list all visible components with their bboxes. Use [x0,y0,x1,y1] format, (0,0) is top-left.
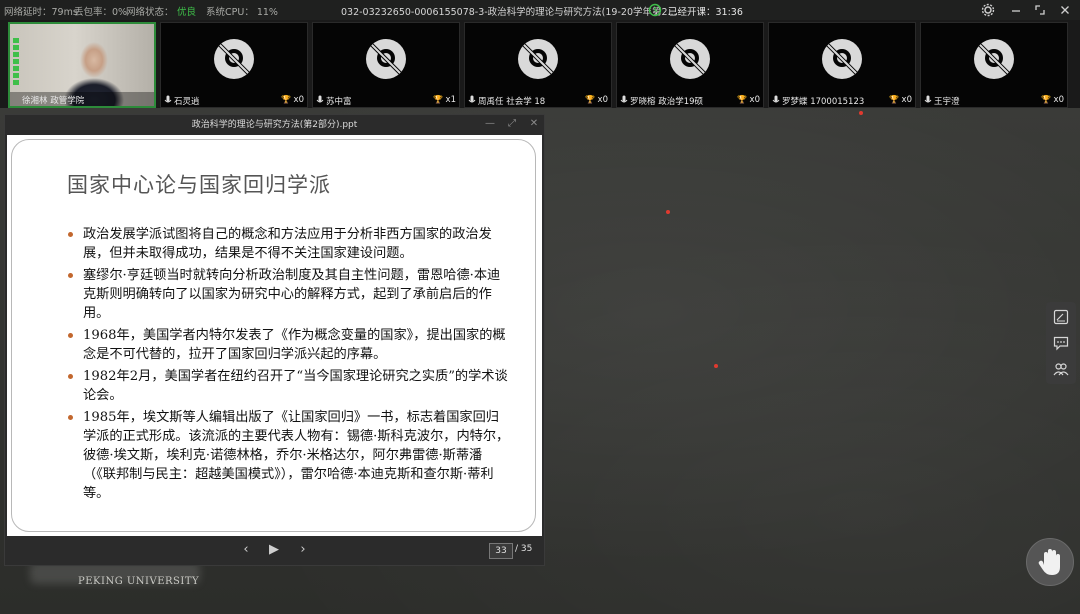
chevron-left-icon[interactable]: ‹ [237,542,255,558]
award-count: x1 [445,95,456,105]
award-count: x0 [901,95,912,105]
participant-name: 罗梦蝶 1700015123 [782,97,865,107]
chat-icon[interactable] [1052,334,1070,352]
mic-icon [316,95,324,103]
camera-off-icon [670,39,710,79]
camera-off-icon [822,39,862,79]
participant-tile[interactable]: 罗晓榕 政治学19硕 🏆 x0 [616,22,764,108]
tile-footer: 徐湘林 政管学院 [10,92,154,106]
laser-dot [714,364,718,368]
award-count: x0 [293,95,304,105]
participant-tile[interactable]: 苏中富 🏆 x1 [312,22,460,108]
slide-bullet: 1968年，美国学者内特尔发表了《作为概念变量的国家》，提出国家的概念是不可代替… [67,326,511,364]
award-count: x0 [597,95,608,105]
maximize-icon[interactable] [1033,3,1047,17]
cpu-text: 系统CPU： 11% [206,7,278,18]
camera-off-icon [974,39,1014,79]
slide-navigation-bar: ‹ ▶ › 33 / 35 [5,536,544,565]
network-state-label: 网络状态： [126,7,174,18]
participant-name: 王宇澄 [934,97,960,107]
window-title: 032-03232650-0006155078-3-政治科学的理论与研究方法(1… [341,7,677,18]
trophy-icon: 🏆 [737,95,747,104]
close-icon[interactable] [1058,3,1072,17]
close-icon[interactable]: ✕ [527,118,541,129]
participant-tile-teacher[interactable]: 徐湘林 政管学院 [8,22,156,108]
participant-tile[interactable]: 罗梦蝶 1700015123 🏆 x0 [768,22,916,108]
participant-tile[interactable]: 周禹任 社会学 18 🏆 x0 [464,22,612,108]
mic-icon [620,95,628,103]
laser-dot [859,111,863,115]
elapsed-time: 已经开课：31:36 [668,7,743,18]
status-bar: 网络延时：79ms 丢包率：0% 网络状态： 优良 系统CPU： 11% 032… [0,0,1080,20]
laser-dot [666,210,670,214]
slide-bullet-list: 政治发展学派试图将自己的概念和方法应用于分析非西方国家的政治发展，但并未取得成功… [67,225,511,506]
slide-title: 国家中心论与国家回归学派 [67,173,331,197]
trophy-icon: 🏆 [1041,95,1051,104]
slide-bullet: 1985年，埃文斯等人编辑出版了《让国家回归》一书，标志着国家回归学派的正式形成… [67,408,511,503]
trophy-icon: 🏆 [889,95,899,104]
minimize-icon[interactable]: — [483,118,497,129]
camera-off-icon [366,39,406,79]
document-edit-icon[interactable] [1052,308,1070,326]
mic-icon [772,95,780,103]
participant-tile[interactable]: 王宇澄 🏆 x0 [920,22,1068,108]
tile-footer: 石灵逍 🏆 x0 [161,93,307,107]
slide-window-title: 政治科学的理论与研究方法(第2部分).ppt [5,115,544,135]
slide-bullet: 1982年2月，美国学者在纽约召开了“当今国家理论研究之实质”的学术谈论会。 [67,367,511,405]
slide-bullet: 政治发展学派试图将自己的概念和方法应用于分析非西方国家的政治发展，但并未取得成功… [67,225,511,263]
minimize-icon[interactable] [1009,3,1023,17]
slide-viewer-window[interactable]: 政治科学的理论与研究方法(第2部分).ppt — ⤢ ✕ 国家中心论与国家回归学… [4,114,545,566]
camera-off-icon [214,39,254,79]
network-state-value: 优良 [177,7,197,18]
chevron-right-icon[interactable]: › [294,542,312,558]
tile-footer: 王宇澄 🏆 x0 [921,93,1067,107]
audio-level-meter [13,38,19,92]
page-total: / 35 [515,544,533,554]
trophy-icon: 🏆 [585,95,595,104]
award-count: x0 [749,95,760,105]
participant-name: 罗晓榕 政治学19硕 [630,97,704,107]
tile-footer: 罗晓榕 政治学19硕 🏆 x0 [617,93,763,107]
award-count: x0 [1053,95,1064,105]
participant-name: 苏中富 [326,97,352,107]
tile-footer: 苏中富 🏆 x1 [313,93,459,107]
mic-icon [164,95,172,103]
play-icon[interactable]: ▶ [265,542,283,558]
participant-name: 石灵逍 [174,97,200,107]
maximize-icon[interactable]: ⤢ [505,118,519,129]
raise-hand-button[interactable] [1026,538,1074,586]
page-number-input[interactable]: 33 [489,543,513,559]
people-icon[interactable] [1052,360,1070,378]
mic-icon [468,95,476,103]
gear-icon[interactable] [981,3,995,17]
raise-hand-icon [1038,549,1060,575]
participant-name: 徐湘林 政管学院 [22,96,85,106]
trophy-icon: 🏆 [281,95,291,104]
slide-bullet: 塞缪尔·亨廷顿当时就转向分析政治制度及其自主性问题，雷恩哈德·本迪克斯则明确转向… [67,266,511,323]
side-toolbar [1046,302,1076,384]
clock-icon [648,3,662,17]
mic-icon [924,95,932,103]
participant-name: 周禹任 社会学 18 [478,97,546,107]
slide-canvas: 国家中心论与国家回归学派 政治发展学派试图将自己的概念和方法应用于分析非西方国家… [7,135,542,538]
packet-loss-text: 丢包率：0% [74,7,128,18]
university-watermark: PEKING UNIVERSITY [78,576,200,587]
participant-tile[interactable]: 石灵逍 🏆 x0 [160,22,308,108]
trophy-icon: 🏆 [433,95,443,104]
tile-footer: 周禹任 社会学 18 🏆 x0 [465,93,611,107]
camera-off-icon [518,39,558,79]
latency-text: 网络延时：79ms [4,7,78,18]
tile-footer: 罗梦蝶 1700015123 🏆 x0 [769,93,915,107]
